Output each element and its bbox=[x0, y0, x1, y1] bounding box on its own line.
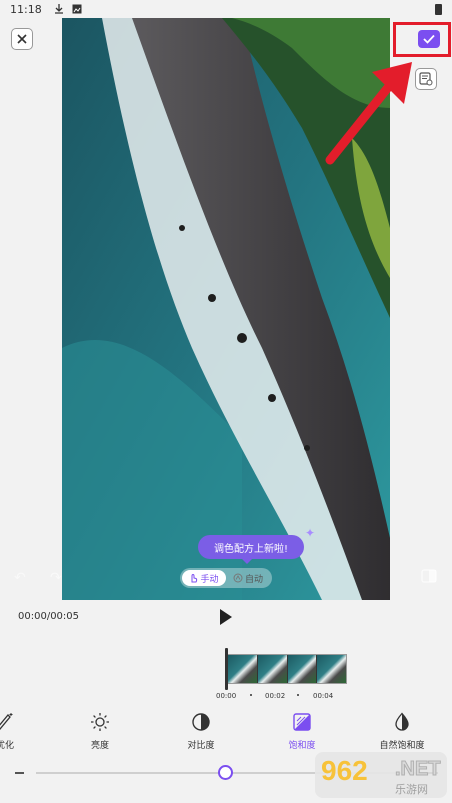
clip-thumbnail bbox=[287, 655, 318, 683]
clip-thumbnail bbox=[317, 655, 346, 683]
play-button[interactable] bbox=[218, 608, 234, 626]
clip-thumbnail-strip[interactable] bbox=[227, 654, 347, 684]
adjustment-slider-knob[interactable] bbox=[218, 765, 233, 780]
timeline-tick-dot bbox=[297, 694, 299, 696]
mode-manual-label: 手动 bbox=[200, 574, 219, 585]
tool-label: 优化 bbox=[0, 741, 14, 751]
timeline-tick-dot bbox=[250, 694, 252, 696]
filter-recipe-tooltip[interactable]: 调色配方上新啦! bbox=[198, 535, 304, 564]
status-bar: 11:18 bbox=[0, 0, 452, 18]
color-adjust-screen: 11:18 调色配方上新啦! ✦ 手动 自动 ↶ ↷ 00:00/00:05 0… bbox=[0, 0, 452, 803]
undo-icon[interactable]: ↶ bbox=[14, 570, 26, 586]
timeline-tick-label: 00:02 bbox=[265, 692, 286, 700]
auto-icon bbox=[233, 573, 243, 583]
mode-manual-option[interactable]: 手动 bbox=[182, 570, 226, 586]
checkmark-icon bbox=[423, 34, 435, 44]
site-watermark: 962 .NET 乐游网 bbox=[315, 752, 447, 798]
status-time: 11:18 bbox=[10, 2, 42, 16]
red-arrow-annotation bbox=[325, 62, 412, 165]
watermark-tld: .NET bbox=[395, 758, 442, 781]
clip-thumbnail bbox=[228, 655, 258, 683]
timeline-playhead[interactable] bbox=[225, 648, 228, 690]
saturation-icon bbox=[292, 712, 312, 732]
brightness-icon bbox=[90, 712, 110, 732]
download-icon bbox=[54, 4, 64, 14]
playback-timecode: 00:00/00:05 bbox=[18, 611, 80, 622]
clip-thumbnail bbox=[257, 655, 288, 683]
tool-vibrance[interactable]: 自然饱和度 bbox=[367, 712, 437, 751]
watermark-logo: 962 bbox=[321, 755, 368, 787]
sparkle-icon: ✦ bbox=[305, 526, 316, 540]
slider-decrease-icon[interactable] bbox=[15, 772, 24, 774]
tool-saturation[interactable]: 饱和度 bbox=[267, 712, 337, 751]
tool-contrast[interactable]: 对比度 bbox=[166, 712, 236, 751]
tool-auto-enhance[interactable]: 优化 bbox=[0, 712, 40, 751]
tool-label: 亮度 bbox=[90, 741, 109, 751]
tool-label: 自然饱和度 bbox=[379, 741, 425, 751]
watermark-site-name: 乐游网 bbox=[395, 783, 428, 796]
confirm-button[interactable] bbox=[418, 30, 440, 48]
timeline-tick-label: 00:00 bbox=[216, 692, 237, 700]
battery-icon bbox=[435, 4, 442, 15]
close-button[interactable] bbox=[11, 28, 33, 50]
manual-auto-toggle[interactable]: 手动 自动 bbox=[180, 568, 272, 588]
watermark-logo-text: 962 bbox=[321, 755, 368, 786]
timeline-tick-label: 00:04 bbox=[313, 692, 334, 700]
hand-pointer-icon bbox=[191, 573, 198, 583]
close-icon bbox=[17, 34, 27, 44]
contrast-icon bbox=[191, 712, 211, 732]
redo-icon[interactable]: ↷ bbox=[50, 570, 62, 586]
filter-preset-icon bbox=[419, 72, 433, 86]
mode-auto-option[interactable]: 自动 bbox=[226, 570, 270, 586]
tool-label: 饱和度 bbox=[288, 741, 316, 751]
tool-brightness[interactable]: 亮度 bbox=[65, 712, 135, 751]
compare-icon[interactable] bbox=[421, 568, 437, 584]
auto-enhance-icon bbox=[0, 712, 15, 732]
tool-label: 对比度 bbox=[187, 741, 215, 751]
filter-preset-button[interactable] bbox=[415, 68, 437, 90]
image-notification-icon bbox=[72, 4, 82, 14]
mode-auto-label: 自动 bbox=[244, 574, 263, 585]
vibrance-icon bbox=[392, 712, 412, 732]
